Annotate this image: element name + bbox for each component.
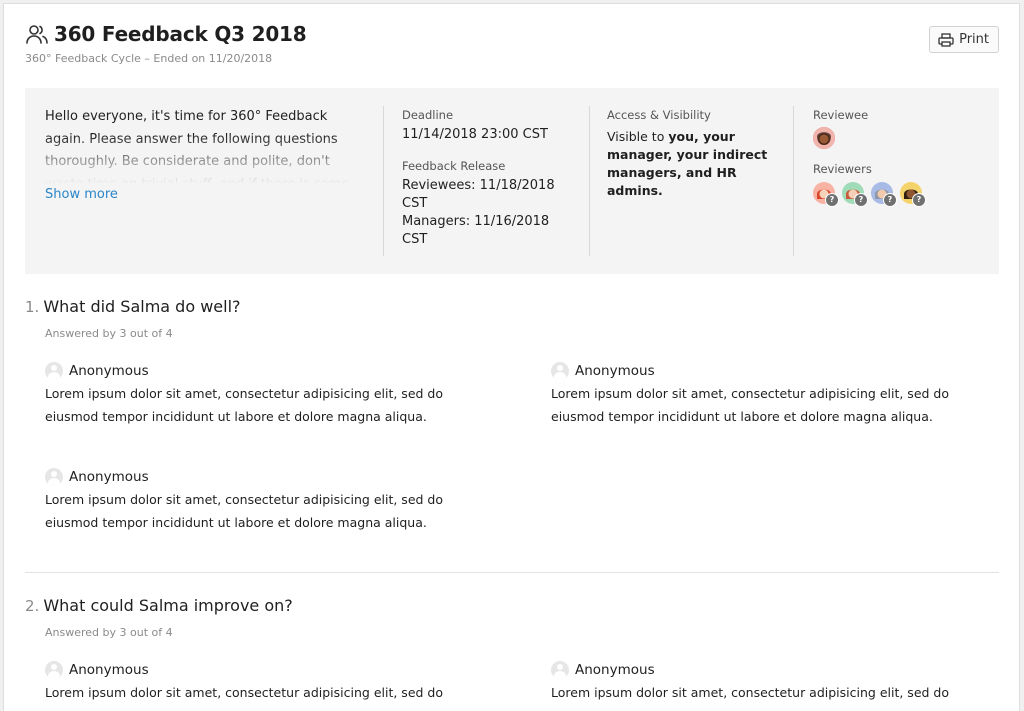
reviewee-avatar[interactable] xyxy=(813,127,835,149)
reviewer-avatar[interactable]: ? xyxy=(842,182,868,207)
answer-text: Lorem ipsum dolor sit amet, consectetur … xyxy=(551,386,949,424)
answer-text: Lorem ipsum dolor sit amet, consectetur … xyxy=(45,492,443,530)
answer-card: Anonymous Lorem ipsum dolor sit amet, co… xyxy=(45,468,475,534)
answer-author: Anonymous xyxy=(45,661,475,679)
divider xyxy=(589,106,590,256)
answer-text: Lorem ipsum dolor sit amet, consectetur … xyxy=(551,685,949,700)
answer-text: Lorem ipsum dolor sit amet, consectetur … xyxy=(45,386,443,424)
answer-card: Anonymous Lorem ipsum dolor sit amet, co… xyxy=(45,362,475,428)
anonymous-avatar-icon xyxy=(45,362,63,380)
deadline-value: 11/14/2018 23:00 CST xyxy=(402,127,548,142)
feedback-card: 360 Feedback Q3 2018 360° Feedback Cycle… xyxy=(3,3,1020,711)
answer-author: Anonymous xyxy=(551,362,981,380)
deadline-label: Deadline xyxy=(402,108,454,122)
divider xyxy=(383,106,384,256)
access-value: Visible to you, your manager, your indir… xyxy=(607,128,777,200)
question-number: 2. xyxy=(25,597,40,615)
answer-card: Anonymous Lorem ipsum dolor sit amet, co… xyxy=(45,661,475,705)
author-name: Anonymous xyxy=(575,363,655,379)
page-title: 360 Feedback Q3 2018 xyxy=(54,22,307,46)
answer-author: Anonymous xyxy=(45,362,475,380)
dates-column: Deadline 11/14/2018 23:00 CST Feedback R… xyxy=(402,108,572,249)
reviewer-avatar[interactable]: ? xyxy=(900,182,926,207)
question-section: 2. What could Salma improve on? Answered… xyxy=(25,596,999,639)
answer-card: Anonymous Lorem ipsum dolor sit amet, co… xyxy=(551,362,981,428)
author-name: Anonymous xyxy=(69,662,149,678)
question-number: 1. xyxy=(25,298,40,316)
reviewer-avatar[interactable]: ? xyxy=(813,182,839,207)
answered-count: Answered by 3 out of 4 xyxy=(45,626,173,639)
cycle-info-panel: Hello everyone, it's time for 360° Feedb… xyxy=(25,88,999,274)
question-heading: 2. What could Salma improve on? xyxy=(25,596,999,615)
release-reviewees: Reviewees: 11/18/2018 CST xyxy=(402,178,555,211)
show-more-link[interactable]: Show more xyxy=(45,184,118,207)
pending-badge: ? xyxy=(825,193,839,207)
anonymous-avatar-icon xyxy=(551,362,569,380)
answer-author: Anonymous xyxy=(45,468,475,486)
people-icon xyxy=(26,25,48,44)
answered-count: Answered by 3 out of 4 xyxy=(45,327,173,340)
access-prefix: Visible to xyxy=(607,129,669,144)
access-column: Access & Visibility Visible to you, your… xyxy=(607,108,777,200)
print-label: Print xyxy=(959,32,989,47)
question-text: What could Salma improve on? xyxy=(43,596,293,615)
reviewers-label: Reviewers xyxy=(813,162,872,176)
answer-text: Lorem ipsum dolor sit amet, consectetur … xyxy=(45,685,443,700)
people-column: Reviewee Reviewers ? ? ? ? xyxy=(813,108,983,207)
release-label: Feedback Release xyxy=(402,159,506,173)
author-name: Anonymous xyxy=(69,469,149,485)
anonymous-avatar-icon xyxy=(45,661,63,679)
pending-badge: ? xyxy=(883,193,897,207)
intro-block: Hello everyone, it's time for 360° Feedb… xyxy=(45,106,370,207)
section-divider xyxy=(25,572,999,573)
pending-badge: ? xyxy=(854,193,868,207)
divider xyxy=(793,106,794,256)
printer-icon xyxy=(938,32,954,47)
page-subtitle: 360° Feedback Cycle – Ended on 11/20/201… xyxy=(25,52,273,65)
anonymous-avatar-icon xyxy=(551,661,569,679)
question-text: What did Salma do well? xyxy=(43,297,241,316)
author-name: Anonymous xyxy=(69,363,149,379)
pending-badge: ? xyxy=(912,193,926,207)
question-heading: 1. What did Salma do well? xyxy=(25,297,999,316)
access-label: Access & Visibility xyxy=(607,108,711,122)
reviewers-list: ? ? ? ? xyxy=(813,182,983,207)
title-row: 360 Feedback Q3 2018 xyxy=(25,22,999,46)
answer-card: Anonymous Lorem ipsum dolor sit amet, co… xyxy=(551,661,981,705)
anonymous-avatar-icon xyxy=(45,468,63,486)
release-managers: Managers: 11/16/2018 CST xyxy=(402,214,550,247)
print-button[interactable]: Print xyxy=(929,26,999,53)
answer-author: Anonymous xyxy=(551,661,981,679)
author-name: Anonymous xyxy=(575,662,655,678)
page-header: 360 Feedback Q3 2018 360° Feedback Cycle… xyxy=(25,22,999,82)
reviewer-avatar[interactable]: ? xyxy=(871,182,897,207)
intro-text: Hello everyone, it's time for 360° Feedb… xyxy=(45,106,370,184)
reviewee-label: Reviewee xyxy=(813,108,869,122)
question-section: 1. What did Salma do well? Answered by 3… xyxy=(25,297,999,340)
